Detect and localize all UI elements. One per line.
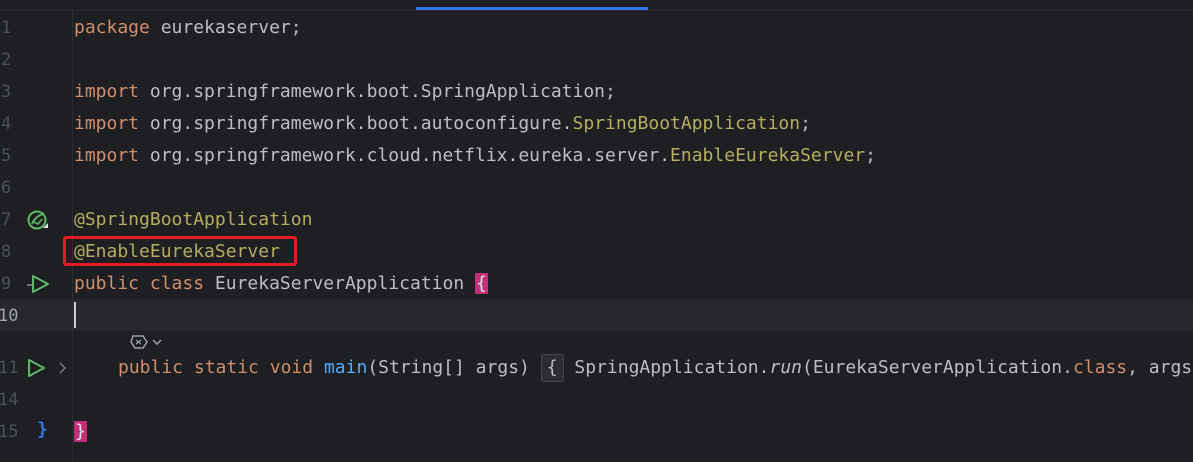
- class-name: EurekaServerApplication: [214, 273, 465, 294]
- keyword-import: import: [74, 81, 140, 102]
- call-args: (EurekaServerApplication.: [802, 357, 1073, 378]
- method-params: (String[] args): [367, 357, 530, 378]
- keyword-public: public: [74, 273, 140, 294]
- keyword-import: import: [74, 113, 140, 134]
- keyword-public: public: [118, 357, 184, 378]
- call-method: run: [769, 357, 802, 378]
- code-line-14[interactable]: 14: [0, 384, 1193, 416]
- editor-top-border: [0, 10, 1193, 11]
- keyword-class: class: [1072, 357, 1128, 378]
- call-args-end: , args: [1127, 357, 1193, 378]
- matched-brace: }: [74, 421, 87, 442]
- code-line-9[interactable]: 9 public class EurekaServerApplication {: [0, 268, 1193, 300]
- imported-annotation: SpringBootApplication: [572, 113, 801, 134]
- code-line-4[interactable]: 4 import org.springframework.boot.autoco…: [0, 108, 1193, 140]
- annotation-spring-boot-application[interactable]: @SpringBootApplication: [74, 204, 312, 236]
- line-number: 8: [1, 242, 12, 262]
- code-line-15[interactable]: 15 } }: [0, 416, 1193, 448]
- code-text[interactable]: package eurekaserver;: [74, 12, 302, 44]
- keyword-void: void: [269, 357, 314, 378]
- package-name: eurekaserver;: [149, 17, 302, 38]
- line-number: 7: [1, 210, 12, 230]
- run-icon[interactable]: [26, 273, 52, 300]
- chevron-right-icon[interactable]: [56, 360, 70, 381]
- line-number: 6: [1, 178, 12, 198]
- code-line-10[interactable]: 10: [0, 300, 1193, 332]
- semicolon: ;: [605, 81, 616, 102]
- line-number: 1: [1, 18, 12, 38]
- code-line-1[interactable]: 1 package eurekaserver;: [0, 12, 1193, 44]
- call-class: SpringApplication.: [574, 357, 770, 378]
- spring-bean-icon[interactable]: [26, 208, 50, 237]
- semicolon: ;: [865, 145, 876, 166]
- code-line-2[interactable]: 2: [0, 44, 1193, 76]
- line-number: 3: [1, 82, 12, 102]
- code-line-7[interactable]: 7 @SpringBootApplication: [0, 204, 1193, 236]
- line-number: 5: [1, 146, 12, 166]
- brace-match-gutter-marker: }: [37, 419, 48, 440]
- code-text[interactable]: public static void main(String[] args) {…: [118, 352, 1192, 384]
- code-text[interactable]: }: [74, 416, 87, 448]
- folded-brace[interactable]: {: [540, 354, 564, 382]
- code-text[interactable]: import org.springframework.cloud.netflix…: [74, 140, 876, 172]
- keyword-class: class: [149, 273, 205, 294]
- line-number: 9: [1, 274, 12, 294]
- keyword-import: import: [74, 145, 140, 166]
- method-name: main: [323, 357, 368, 378]
- keyword-static: static: [193, 357, 259, 378]
- annotation-highlight-box: [63, 236, 297, 266]
- code-text[interactable]: import org.springframework.boot.autoconf…: [74, 108, 811, 140]
- line-number: 4: [1, 114, 12, 134]
- line-number: 10: [0, 306, 19, 326]
- code-line-3[interactable]: 3 import org.springframework.boot.Spring…: [0, 76, 1193, 108]
- code-text[interactable]: public class EurekaServerApplication {: [74, 268, 488, 300]
- line-number: 11: [0, 358, 19, 378]
- line-number: 14: [0, 390, 19, 410]
- import-path: org.springframework.boot.SpringApplicati…: [139, 81, 606, 102]
- code-line-6[interactable]: 6: [0, 172, 1193, 204]
- code-text[interactable]: import org.springframework.boot.SpringAp…: [74, 76, 616, 108]
- import-path: org.springframework.cloud.netflix.eureka…: [139, 145, 671, 166]
- matched-brace: {: [475, 273, 488, 294]
- line-number: 2: [1, 50, 12, 70]
- line-number: 15: [0, 422, 19, 442]
- import-path: org.springframework.boot.autoconfigure.: [139, 113, 573, 134]
- imported-annotation: EnableEurekaServer: [670, 145, 866, 166]
- run-icon[interactable]: [26, 357, 48, 384]
- text-caret: [74, 302, 76, 328]
- code-line-11[interactable]: 11 public static void main(String[] args…: [0, 352, 1193, 384]
- semicolon: ;: [800, 113, 811, 134]
- code-line-5[interactable]: 5 import org.springframework.cloud.netfl…: [0, 140, 1193, 172]
- keyword-package: package: [74, 17, 150, 38]
- code-editor[interactable]: 1 package eurekaserver; 2 3 import org.s…: [0, 0, 1193, 462]
